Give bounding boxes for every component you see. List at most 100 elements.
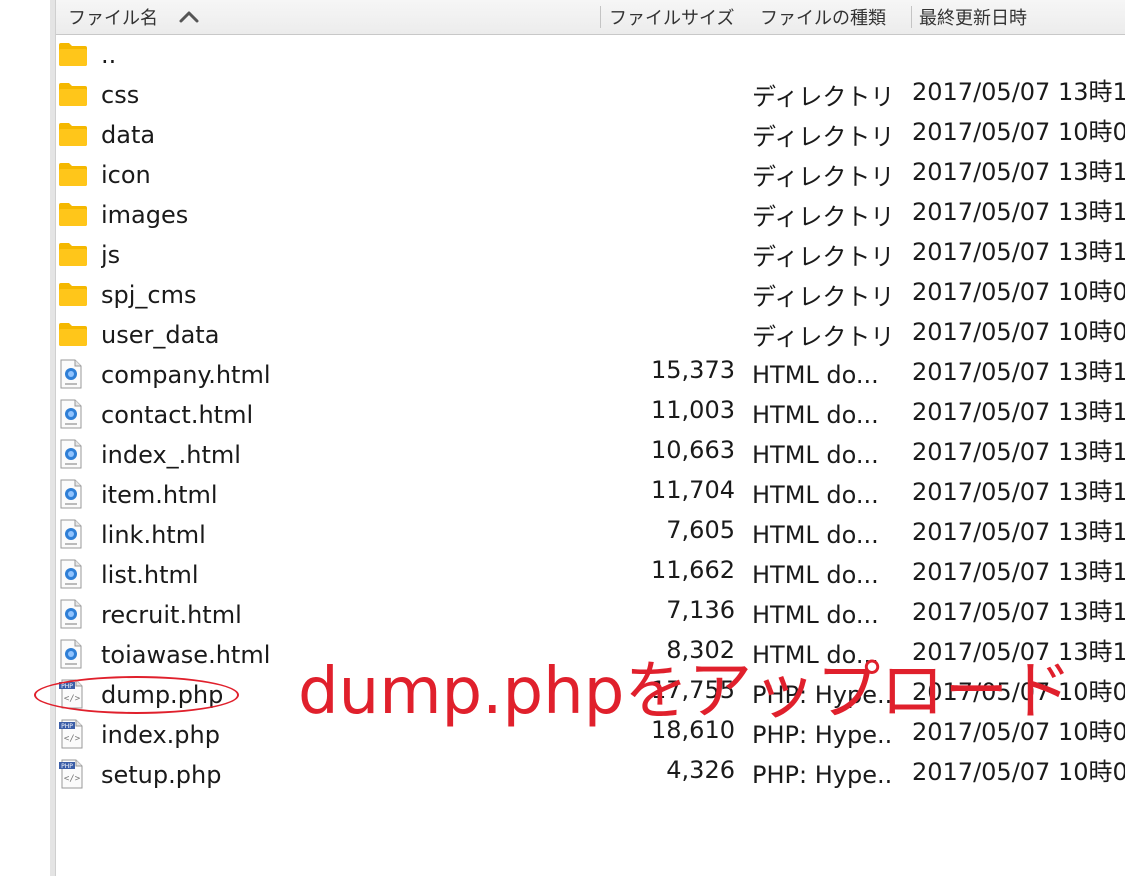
file-row[interactable]: css ディレクトリ 2017/05/07 13時12 — [56, 75, 1125, 115]
file-size — [596, 315, 735, 355]
file-name: item.html — [101, 481, 218, 509]
column-separator[interactable] — [600, 6, 601, 28]
folder-icon — [58, 239, 92, 271]
file-size: 7,605 — [666, 516, 735, 544]
remote-file-list: ファイル名 ファイルサイズ ファイルの種類 最終更新日時 .. css ディレクトリ… — [56, 0, 1125, 876]
file-size: 7,136 — [666, 596, 735, 624]
folder-icon — [58, 79, 92, 111]
file-size — [596, 35, 735, 75]
file-row[interactable]: list.html 11,662 HTML do... 2017/05/07 13時1… — [56, 555, 1125, 595]
column-header-name-label: ファイル名 — [68, 8, 158, 29]
html-file-icon — [58, 599, 92, 631]
file-size — [596, 195, 735, 235]
column-header-type[interactable]: ファイルの種類 — [760, 0, 910, 34]
file-name: css — [101, 81, 140, 109]
column-separator[interactable] — [911, 6, 912, 28]
svg-text:PHP: PHP — [61, 763, 73, 770]
file-name: user_data — [101, 321, 220, 349]
file-type: ディレクトリ — [752, 323, 895, 351]
file-name: .. — [101, 41, 117, 69]
file-row[interactable]: contact.html 11,003 HTML do... 2017/05/07 1… — [56, 395, 1125, 435]
file-modified-date: 2017/05/07 13時12 — [912, 478, 1125, 506]
file-name: setup.php — [101, 761, 222, 789]
file-row[interactable]: data ディレクトリ 2017/05/07 10時0 — [56, 115, 1125, 155]
file-size: 10,663 — [651, 436, 735, 464]
file-row[interactable]: spj_cms ディレクトリ 2017/05/07 10時0 — [56, 275, 1125, 315]
file-size: 11,662 — [651, 556, 735, 584]
file-size — [596, 155, 735, 195]
file-row[interactable]: icon ディレクトリ 2017/05/07 13時12 — [56, 155, 1125, 195]
file-modified-date: 2017/05/07 10時0 — [912, 118, 1125, 146]
file-name: icon — [101, 161, 151, 189]
left-pane-edge — [0, 0, 50, 876]
file-row[interactable]: link.html 7,605 HTML do... 2017/05/07 13時12 — [56, 515, 1125, 555]
file-type: ディレクトリ — [752, 283, 895, 311]
file-type: HTML do... — [752, 601, 879, 629]
file-modified-date — [912, 35, 1125, 75]
file-row[interactable]: .. — [56, 35, 1125, 75]
file-name: index_.html — [101, 441, 241, 469]
file-type: PHP: Hype.. — [752, 761, 893, 789]
file-type — [752, 35, 904, 75]
file-name: company.html — [101, 361, 271, 389]
file-type: ディレクトリ — [752, 83, 895, 111]
file-modified-date: 2017/05/07 10時0 — [912, 758, 1125, 786]
file-name: js — [101, 241, 121, 269]
php-file-icon: PHP </> — [58, 719, 92, 751]
file-name: recruit.html — [101, 601, 242, 629]
html-file-icon — [58, 479, 92, 511]
column-header-date-label: 最終更新日時 — [919, 8, 1027, 29]
file-size: 11,704 — [651, 476, 735, 504]
html-file-icon — [58, 639, 92, 671]
folder-icon — [58, 39, 92, 71]
file-modified-date: 2017/05/07 13時12 — [912, 198, 1125, 226]
file-type: ディレクトリ — [752, 163, 895, 191]
file-modified-date: 2017/05/07 13時12 — [912, 78, 1125, 106]
svg-text:</>: </> — [64, 734, 81, 744]
column-header-date[interactable]: 最終更新日時 — [919, 0, 1125, 34]
file-name: images — [101, 201, 189, 229]
file-modified-date: 2017/05/07 13時12 — [912, 558, 1125, 586]
file-row[interactable]: PHP </> setup.php 4,326 PHP: Hype.. 2017/05/0… — [56, 755, 1125, 795]
file-row[interactable]: user_data ディレクトリ 2017/05/07 10時0 — [56, 315, 1125, 355]
column-header-name[interactable]: ファイル名 — [68, 0, 588, 34]
file-row[interactable]: images ディレクトリ 2017/05/07 13時12 — [56, 195, 1125, 235]
php-file-icon: PHP </> — [58, 759, 92, 791]
file-type: HTML do... — [752, 521, 879, 549]
column-header-size[interactable]: ファイルサイズ — [609, 0, 749, 34]
file-type: HTML do... — [752, 481, 879, 509]
file-size: 15,373 — [651, 356, 735, 384]
folder-icon — [58, 119, 92, 151]
file-row[interactable]: js ディレクトリ 2017/05/07 13時12 — [56, 235, 1125, 275]
file-name: spj_cms — [101, 281, 197, 309]
file-name: data — [101, 121, 156, 149]
folder-icon — [58, 319, 92, 351]
column-header-type-label: ファイルの種類 — [760, 8, 886, 29]
file-size: 4,326 — [666, 756, 735, 784]
file-modified-date: 2017/05/07 13時12 — [912, 398, 1125, 426]
svg-text:PHP: PHP — [61, 723, 73, 730]
column-header-size-label: ファイルサイズ — [609, 8, 735, 29]
file-size: 11,003 — [651, 396, 735, 424]
file-size — [596, 115, 735, 155]
file-name: contact.html — [101, 401, 254, 429]
file-modified-date: 2017/05/07 10時0 — [912, 318, 1125, 346]
file-row[interactable]: index_.html 10,663 HTML do... 2017/05/07 13… — [56, 435, 1125, 475]
file-row[interactable]: recruit.html 7,136 HTML do... 2017/05/07 13… — [56, 595, 1125, 635]
file-type: HTML do... — [752, 561, 879, 589]
folder-icon — [58, 159, 92, 191]
html-file-icon — [58, 439, 92, 471]
html-file-icon — [58, 519, 92, 551]
file-row[interactable]: company.html 15,373 HTML do... 2017/05/07 1… — [56, 355, 1125, 395]
file-size — [596, 235, 735, 275]
svg-text:</>: </> — [64, 774, 81, 784]
file-name: link.html — [101, 521, 206, 549]
folder-icon — [58, 279, 92, 311]
file-size — [596, 75, 735, 115]
file-size — [596, 275, 735, 315]
file-row[interactable]: item.html 11,704 HTML do... 2017/05/07 13時1… — [56, 475, 1125, 515]
file-modified-date: 2017/05/07 13時12 — [912, 598, 1125, 626]
file-modified-date: 2017/05/07 10時0 — [912, 278, 1125, 306]
file-type: HTML do... — [752, 401, 879, 429]
file-type: ディレクトリ — [752, 243, 895, 271]
